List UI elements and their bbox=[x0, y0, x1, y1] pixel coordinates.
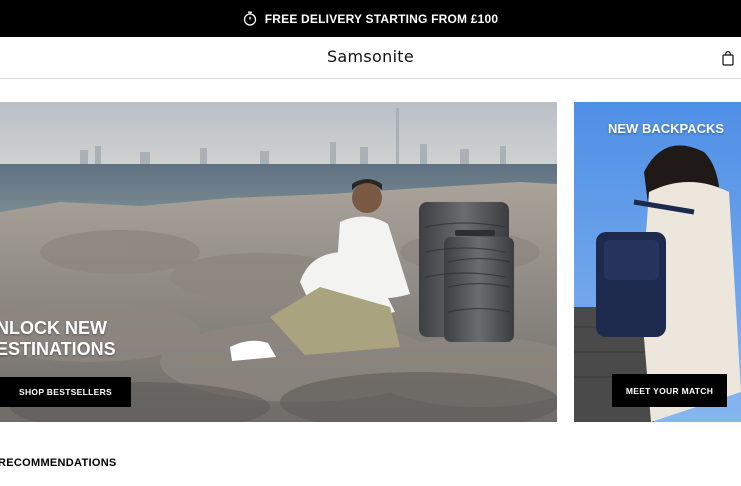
hero-image bbox=[0, 102, 557, 422]
site-header: Samsonite bbox=[0, 37, 741, 79]
backpacks-promo[interactable]: NEW BACKPACKS MEET YOUR MATCH bbox=[574, 102, 741, 422]
brand-logo[interactable]: Samsonite bbox=[0, 47, 741, 66]
stopwatch-icon bbox=[243, 11, 256, 26]
promo-bar: FREE DELIVERY STARTING FROM £100 bbox=[0, 0, 741, 37]
promo-text: FREE DELIVERY STARTING FROM £100 bbox=[264, 11, 499, 26]
hero-headline: NLOCK NEW ESTINATIONS bbox=[0, 318, 116, 359]
backpacks-headline: NEW BACKPACKS bbox=[608, 121, 725, 136]
hero-banner[interactable]: NLOCK NEW ESTINATIONS SHOP BESTSELLERS bbox=[0, 102, 557, 422]
shopping-bag-icon[interactable] bbox=[722, 51, 734, 66]
meet-your-match-button[interactable]: MEET YOUR MATCH bbox=[612, 374, 727, 407]
recommendations-title: RECOMMENDATIONS bbox=[0, 457, 117, 469]
shop-bestsellers-button[interactable]: SHOP BESTSELLERS bbox=[0, 377, 131, 407]
